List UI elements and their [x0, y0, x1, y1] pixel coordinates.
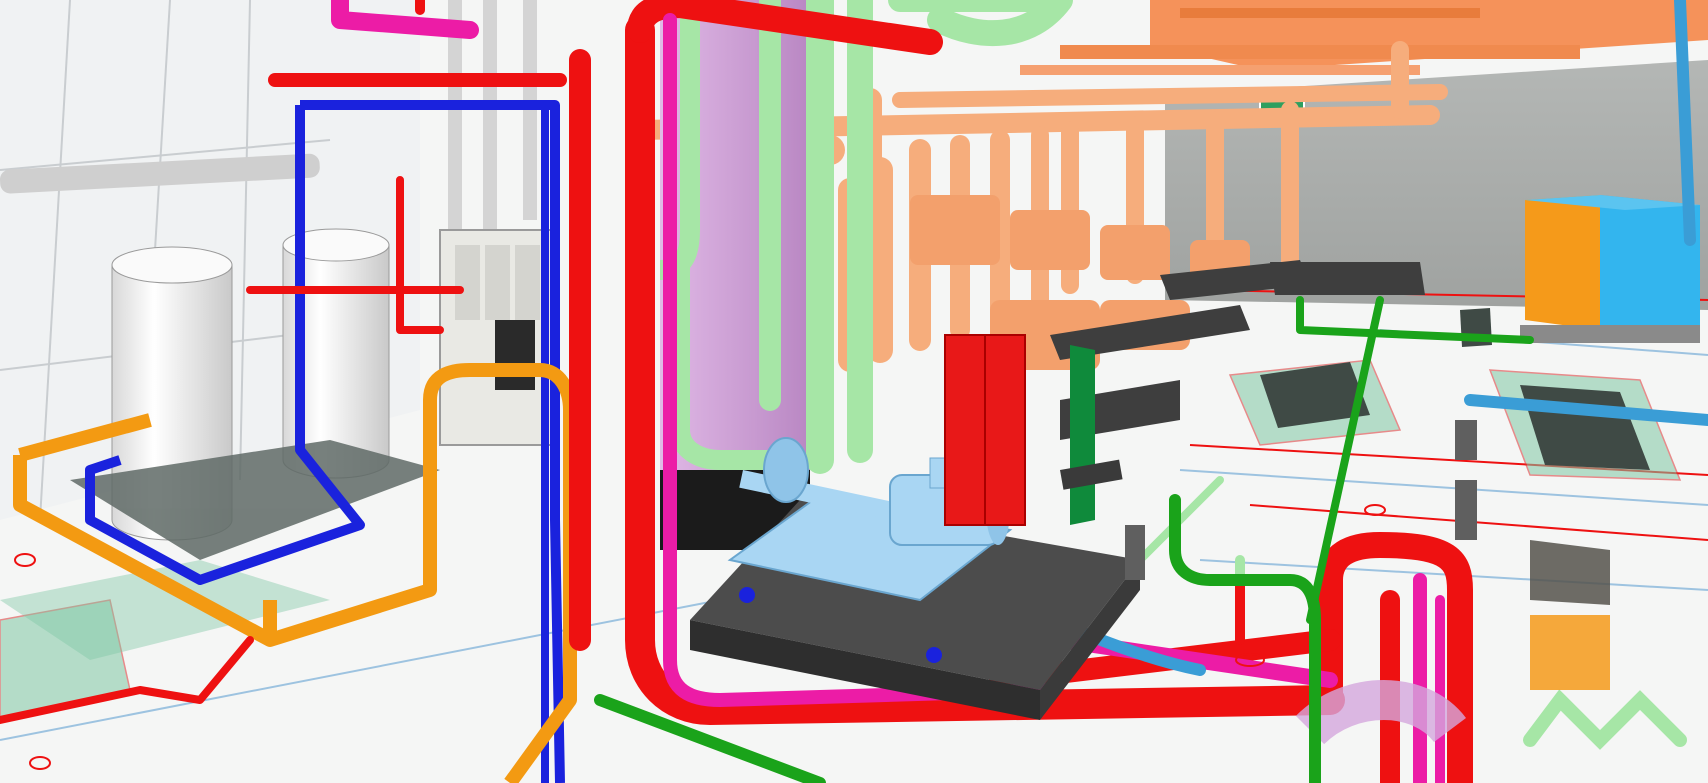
control-panel	[439, 229, 556, 446]
dark-box-right	[1530, 540, 1610, 605]
bim-mechanical-room-scene: ↗	[0, 0, 1708, 783]
electrical-cabinet	[1520, 195, 1700, 343]
orange-box-right	[1530, 615, 1610, 690]
